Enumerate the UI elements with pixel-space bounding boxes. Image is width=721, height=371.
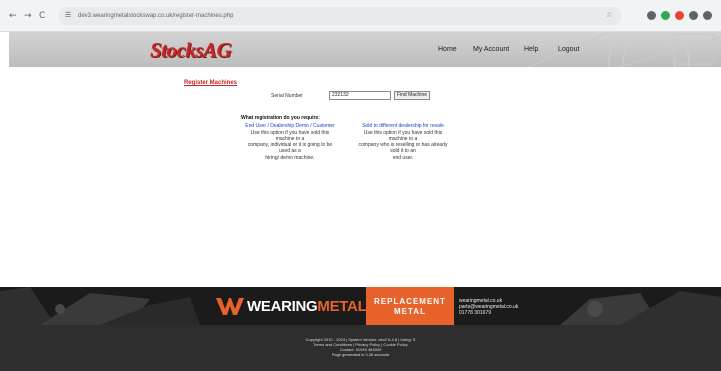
url-text[interactable]: dev3.wearingmetalstockswap.co.uk/registe…: [78, 11, 233, 21]
metal-text: METAL: [394, 307, 426, 316]
banner-phone: 01778 301679: [459, 310, 491, 316]
extension-icon-4[interactable]: [689, 11, 698, 20]
site-info-icon[interactable]: ☰: [65, 11, 74, 20]
extension-icon-3[interactable]: [675, 11, 684, 20]
option-end-user-desc-line: hiring/ demo machine.: [265, 154, 315, 161]
find-machine-button[interactable]: Find Machine: [394, 91, 430, 100]
address-bar[interactable]: ☰ dev3.wearingmetalstockswap.co.uk/regis…: [58, 7, 622, 25]
option-resale: Sold to different dealership for resale …: [358, 123, 448, 161]
replacement-text: REPLACEMENT: [374, 297, 446, 306]
page-title: Register Machines: [184, 80, 238, 86]
nav-help-link[interactable]: Help: [524, 45, 538, 55]
replacement-metal-badge: REPLACEMENT METAL: [366, 287, 454, 325]
option-end-user-link[interactable]: End User / Dealership Demo / Customer: [245, 123, 335, 129]
option-end-user: End User / Dealership Demo / Customer Us…: [245, 123, 335, 161]
stocksag-logo[interactable]: StocksAG: [150, 39, 232, 61]
main-content: Register Machines Serial Number 232132 F…: [0, 67, 721, 287]
forward-icon[interactable]: →: [24, 10, 32, 22]
extension-icon-1[interactable]: [647, 11, 656, 20]
nav-logout-link[interactable]: Logout: [558, 45, 579, 55]
option-resale-desc-line: end user.: [392, 154, 414, 161]
option-resale-desc-line: Use this option if you have sold this ma…: [363, 129, 443, 142]
wearing-metal-banner[interactable]: WEARINGMETAL REPLACEMENT METAL wearingme…: [0, 287, 721, 325]
option-end-user-desc-line: Use this option if you have sold this ma…: [250, 129, 330, 142]
option-resale-desc-line: company who is reselling or has already …: [358, 142, 448, 154]
bookmark-star-icon[interactable]: ☆: [606, 11, 615, 20]
wearing-metal-wordmark: WEARINGMETAL: [247, 298, 367, 315]
browser-toolbar: ← → C ☰ dev3.wearingmetalstockswap.co.uk…: [0, 0, 721, 32]
site-header: StocksAG Home My Account Help Logout: [9, 32, 721, 67]
extension-icon-5[interactable]: [703, 11, 712, 20]
site-footer: Copyright 2010 - 2024 | System Version: …: [0, 325, 721, 371]
option-end-user-desc-line: company, individual or it is going to be…: [247, 142, 333, 154]
option-resale-link[interactable]: Sold to different dealership for resale: [358, 123, 448, 129]
wearing-metal-logo-icon: [216, 298, 244, 315]
registration-question: What registration do you require:: [241, 115, 320, 121]
nav-my-account-link[interactable]: My Account: [473, 45, 509, 55]
back-icon[interactable]: ←: [9, 10, 17, 22]
footer-page-generated: Page generated in 0.28 seconds: [331, 352, 390, 357]
nav-home-link[interactable]: Home: [438, 45, 457, 55]
extension-icon-2[interactable]: [661, 11, 670, 20]
reload-icon[interactable]: C: [39, 10, 45, 22]
serial-number-label: Serial Number: [271, 93, 303, 99]
serial-number-input[interactable]: 232132: [329, 91, 391, 100]
